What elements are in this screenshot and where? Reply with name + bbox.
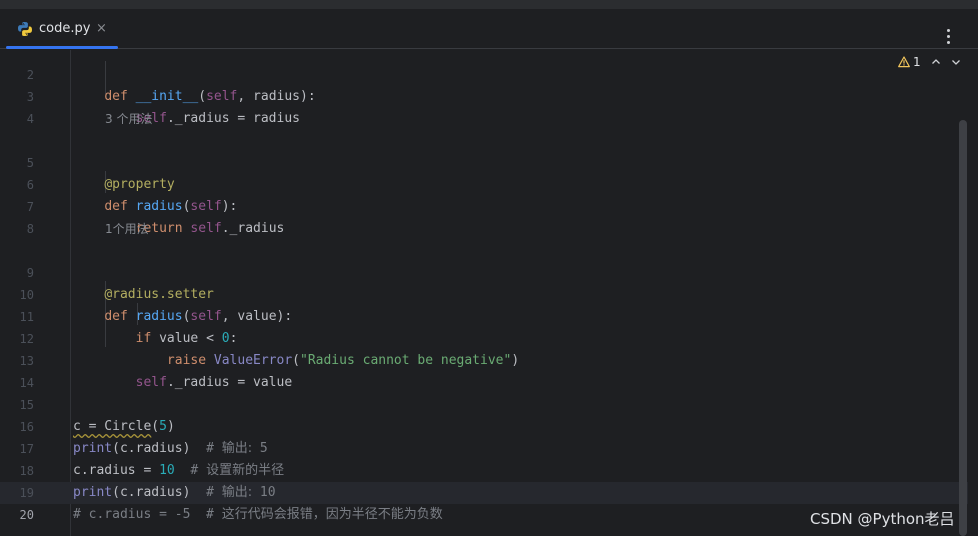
editor-tab-bar: code.py × <box>0 9 978 49</box>
code-line: 16 print(c.radius) # 输出: 5 <box>0 394 960 456</box>
chevron-down-icon[interactable] <box>950 56 962 68</box>
code-line: 3 self._radius = radius <box>0 64 960 126</box>
code-line: 10 def radius(self, value): <box>0 262 960 324</box>
code-line: 11 if value < 0: <box>0 284 960 346</box>
code-text: # c.radius = -5 # 这行代码会报错，因为半径不能为负数 <box>73 507 443 522</box>
line-number: 20 <box>19 508 34 522</box>
line-number: 8 <box>26 222 34 236</box>
code-line-current[interactable]: 20 <box>0 482 960 522</box>
code-line: 5 @property <box>0 130 960 192</box>
chevron-up-icon[interactable] <box>930 56 942 68</box>
watermark: CSDN @Python老吕 <box>810 510 955 528</box>
code-line: 14 <box>0 350 960 390</box>
more-options-icon[interactable] <box>944 29 952 49</box>
warning-count: 1 <box>913 55 921 69</box>
code-editor[interactable]: 2 def __init__(self, radius): 3 self._ra… <box>0 50 978 536</box>
code-line: 7 return self._radius <box>0 174 960 236</box>
code-line: 15 c = Circle(5) <box>0 372 960 434</box>
vertical-scrollbar[interactable] <box>959 120 967 536</box>
code-line: 4 <box>0 86 960 126</box>
line-number: 4 <box>26 112 34 126</box>
python-file-icon <box>18 22 32 36</box>
tab-filename: code.py <box>39 21 91 36</box>
code-line: 17 c.radius = 10 # 设置新的半径 <box>0 416 960 478</box>
window-top-strip <box>0 0 978 9</box>
code-line: 6 def radius(self): <box>0 152 960 214</box>
inspection-widget[interactable]: 1 <box>898 55 968 71</box>
code-line: 19 # c.radius = -5 # 这行代码会报错，因为半径不能为负数 <box>0 460 960 522</box>
usage-hint[interactable]: 3 个用法 <box>105 108 152 130</box>
tab-code-py[interactable]: code.py × <box>6 9 118 49</box>
code-line: 8 <box>0 196 960 236</box>
code-line: 9 @radius.setter <box>0 240 960 302</box>
active-tab-indicator <box>6 46 118 49</box>
code-line: 2 def __init__(self, radius): <box>0 50 960 104</box>
code-line: 18 print(c.radius) # 输出: 10 <box>0 438 960 500</box>
usage-hint[interactable]: 1个用法 <box>105 218 149 240</box>
warning-icon <box>898 56 910 68</box>
close-icon[interactable]: × <box>96 21 107 36</box>
code-line: 12 raise ValueError("Radius cannot be ne… <box>0 306 960 368</box>
code-line: 13 self._radius = value <box>0 328 960 390</box>
